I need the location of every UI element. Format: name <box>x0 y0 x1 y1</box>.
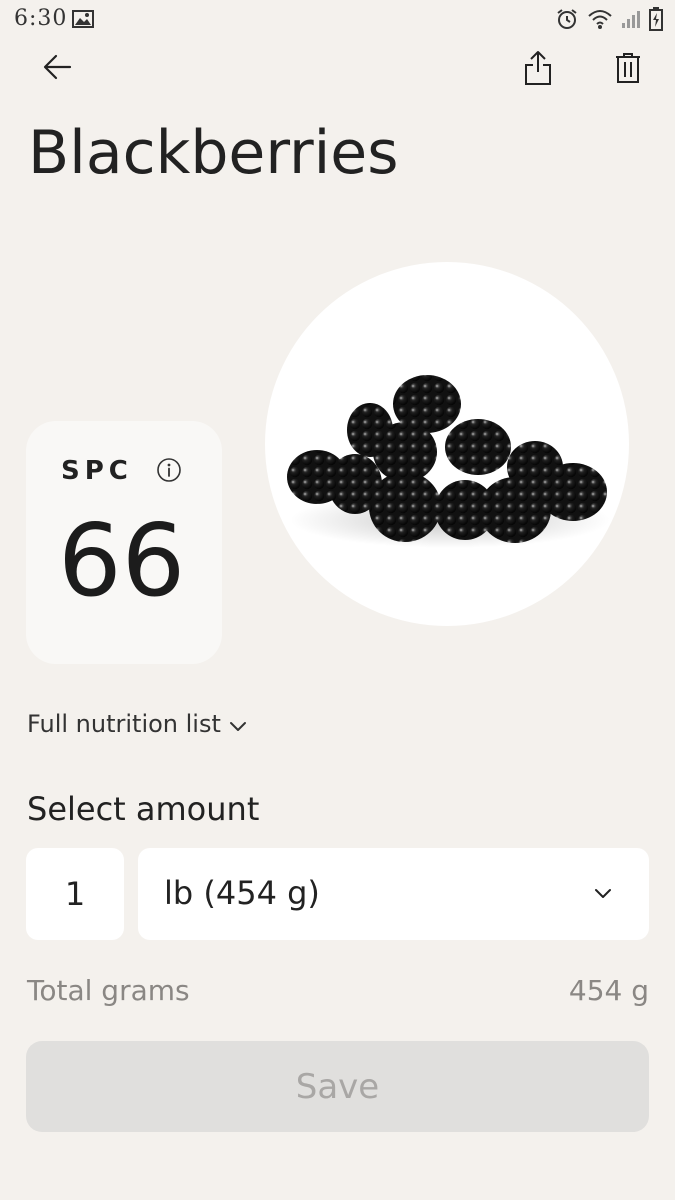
total-grams-label: Total grams <box>27 974 190 1007</box>
battery-icon <box>649 7 663 35</box>
full-nutrition-toggle[interactable]: Full nutrition list <box>27 710 247 738</box>
trash-icon <box>615 52 641 88</box>
arrow-left-icon <box>42 54 72 84</box>
delete-button[interactable] <box>608 48 648 92</box>
select-amount-label: Select amount <box>27 790 260 828</box>
spc-card: SPC 66 <box>26 421 222 664</box>
status-icons <box>555 7 663 35</box>
share-icon <box>524 50 552 90</box>
info-icon[interactable] <box>156 457 182 483</box>
unit-select-value: lb (454 g) <box>164 874 320 912</box>
quantity-input[interactable]: 1 <box>26 848 124 940</box>
total-grams-value: 454 g <box>568 974 649 1007</box>
spc-label: SPC <box>61 456 133 486</box>
chevron-down-icon <box>229 710 247 738</box>
unit-select[interactable]: lb (454 g) <box>138 848 649 940</box>
nutrition-toggle-label: Full nutrition list <box>27 710 221 738</box>
chevron-down-icon <box>591 882 615 906</box>
wifi-icon <box>587 8 613 34</box>
image-icon <box>72 10 94 28</box>
spc-value: 66 <box>58 502 186 619</box>
save-button[interactable]: Save <box>26 1041 649 1132</box>
page-title: Blackberries <box>28 118 399 188</box>
food-image <box>265 262 629 626</box>
blackberries-photo <box>287 375 610 548</box>
signal-icon <box>621 9 641 33</box>
back-button[interactable] <box>38 50 76 88</box>
alarm-icon <box>555 7 579 35</box>
status-time: 6:30 <box>14 6 68 31</box>
share-button[interactable] <box>518 48 558 92</box>
